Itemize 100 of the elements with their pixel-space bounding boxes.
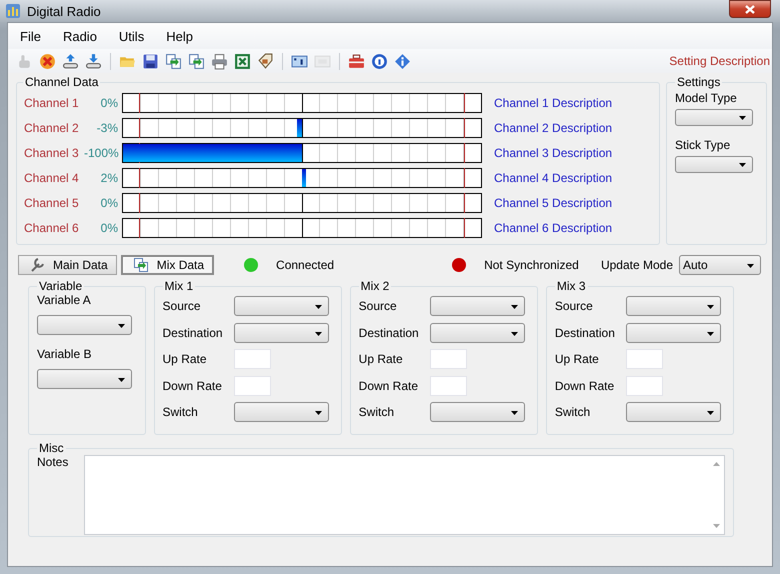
caret-icon (739, 116, 746, 120)
delete-icon[interactable] (39, 52, 56, 70)
copy-icon[interactable] (188, 52, 205, 70)
scroll-up-icon (712, 462, 720, 466)
group-title: Variable (38, 279, 84, 293)
dropdown[interactable] (626, 322, 721, 343)
field-label: Up Rate (358, 352, 404, 366)
window-title: Digital Radio (27, 4, 101, 18)
tab[interactable]: Main Data (18, 255, 117, 275)
close-button[interactable] (729, 0, 771, 18)
input-field[interactable] (234, 376, 271, 396)
copy-icon[interactable] (165, 52, 182, 70)
field-label: Switch (554, 405, 592, 420)
dropdown[interactable] (675, 109, 753, 126)
menu-item[interactable]: Help (158, 26, 201, 46)
update-mode-dropdown[interactable]: Auto (679, 255, 761, 275)
app-icon (5, 3, 21, 19)
caret-icon (314, 411, 322, 416)
dropdown[interactable] (234, 296, 329, 316)
status-label: Connected (276, 258, 334, 272)
menu-item[interactable]: Utils (110, 26, 152, 46)
caret-icon (118, 324, 125, 328)
caret-icon (706, 305, 714, 310)
status-label: Not Synchronized (484, 258, 579, 272)
caret-icon (314, 305, 322, 310)
group-title: Mix 3 (556, 279, 586, 293)
channel-description: Channel 3 Description (494, 146, 612, 160)
channel-description: Channel 4 Description (494, 170, 612, 184)
field-label: Down Rate (554, 378, 616, 393)
input-field[interactable] (430, 376, 467, 396)
spreadsheet-icon[interactable] (234, 52, 251, 70)
field-label: Switch (358, 405, 396, 420)
menu-item[interactable]: File (12, 26, 49, 46)
field-label: Stick Type (675, 138, 732, 152)
group-title: Channel Data (24, 75, 100, 89)
wrench-icon (29, 257, 45, 273)
channel-name: Channel 1 (23, 96, 80, 110)
channel-description: Channel 1 Description (494, 96, 612, 110)
caret-icon (747, 264, 754, 268)
tag-icon[interactable] (257, 52, 274, 70)
field-label: Destination (358, 326, 420, 340)
field-label: Up Rate (554, 352, 600, 366)
caret-icon (739, 163, 746, 167)
caret-icon (314, 332, 322, 336)
field-label: Switch (162, 405, 199, 420)
channel-percent: -3% (96, 120, 118, 134)
caret-icon (510, 332, 518, 336)
field-label: Destination (162, 326, 224, 340)
toolbox-icon[interactable] (348, 52, 365, 70)
update-mode-label: Update Mode (600, 258, 673, 272)
channel-percent: 0% (100, 220, 118, 234)
channel-description: Channel 2 Description (494, 120, 612, 134)
field-label: Source (358, 299, 398, 314)
group-title: Mix 2 (360, 279, 390, 293)
field-label: Variable A (37, 293, 92, 307)
channel-percent: 0% (100, 96, 118, 110)
upload-icon[interactable] (62, 52, 79, 70)
input-field[interactable] (626, 349, 663, 370)
channel-percent: -100% (84, 146, 118, 160)
channel-name: Channel 4 (23, 170, 80, 184)
channel-description: Channel 6 Description (494, 220, 612, 234)
channel-name: Channel 5 (23, 196, 80, 210)
setting-description: Setting Description (669, 54, 770, 68)
input-field[interactable] (626, 376, 663, 396)
dropdown[interactable] (430, 322, 525, 343)
dropdown[interactable] (234, 322, 329, 343)
menu-item[interactable]: Radio (54, 26, 105, 46)
save-icon[interactable] (142, 52, 159, 70)
field-label: Source (554, 299, 594, 314)
field-label: Up Rate (162, 352, 208, 366)
dropdown[interactable] (626, 296, 721, 316)
field-label: Down Rate (162, 378, 223, 393)
channel-percent: 0% (100, 196, 118, 210)
notes-label: Notes (37, 455, 68, 471)
dropdown[interactable] (234, 402, 329, 422)
notes-field[interactable] (84, 455, 725, 535)
dropdown[interactable] (430, 402, 525, 422)
info-icon[interactable] (394, 52, 411, 70)
caret-icon (706, 332, 714, 336)
download-icon[interactable] (85, 52, 102, 70)
input-field[interactable] (430, 349, 467, 370)
input-field[interactable] (234, 349, 271, 370)
field-label: Down Rate (358, 378, 420, 393)
caret-icon (510, 305, 518, 310)
channel-percent: 2% (100, 170, 118, 184)
dropdown[interactable] (37, 369, 132, 389)
group-title: Mix 1 (164, 279, 194, 293)
dropdown[interactable] (675, 156, 753, 173)
dropdown[interactable] (626, 402, 721, 422)
field-label: Variable B (37, 347, 92, 361)
dropdown[interactable] (430, 296, 525, 316)
field-label: Destination (554, 326, 616, 340)
field-label: Model Type (675, 91, 738, 105)
close-icon (745, 4, 755, 14)
caret-icon (118, 378, 125, 382)
printer-icon[interactable] (211, 52, 228, 70)
tab[interactable]: Mix Data (120, 255, 214, 275)
dropdown[interactable] (37, 315, 132, 335)
group-title: Settings (676, 75, 722, 89)
channel-name: Channel 3 (23, 146, 80, 160)
